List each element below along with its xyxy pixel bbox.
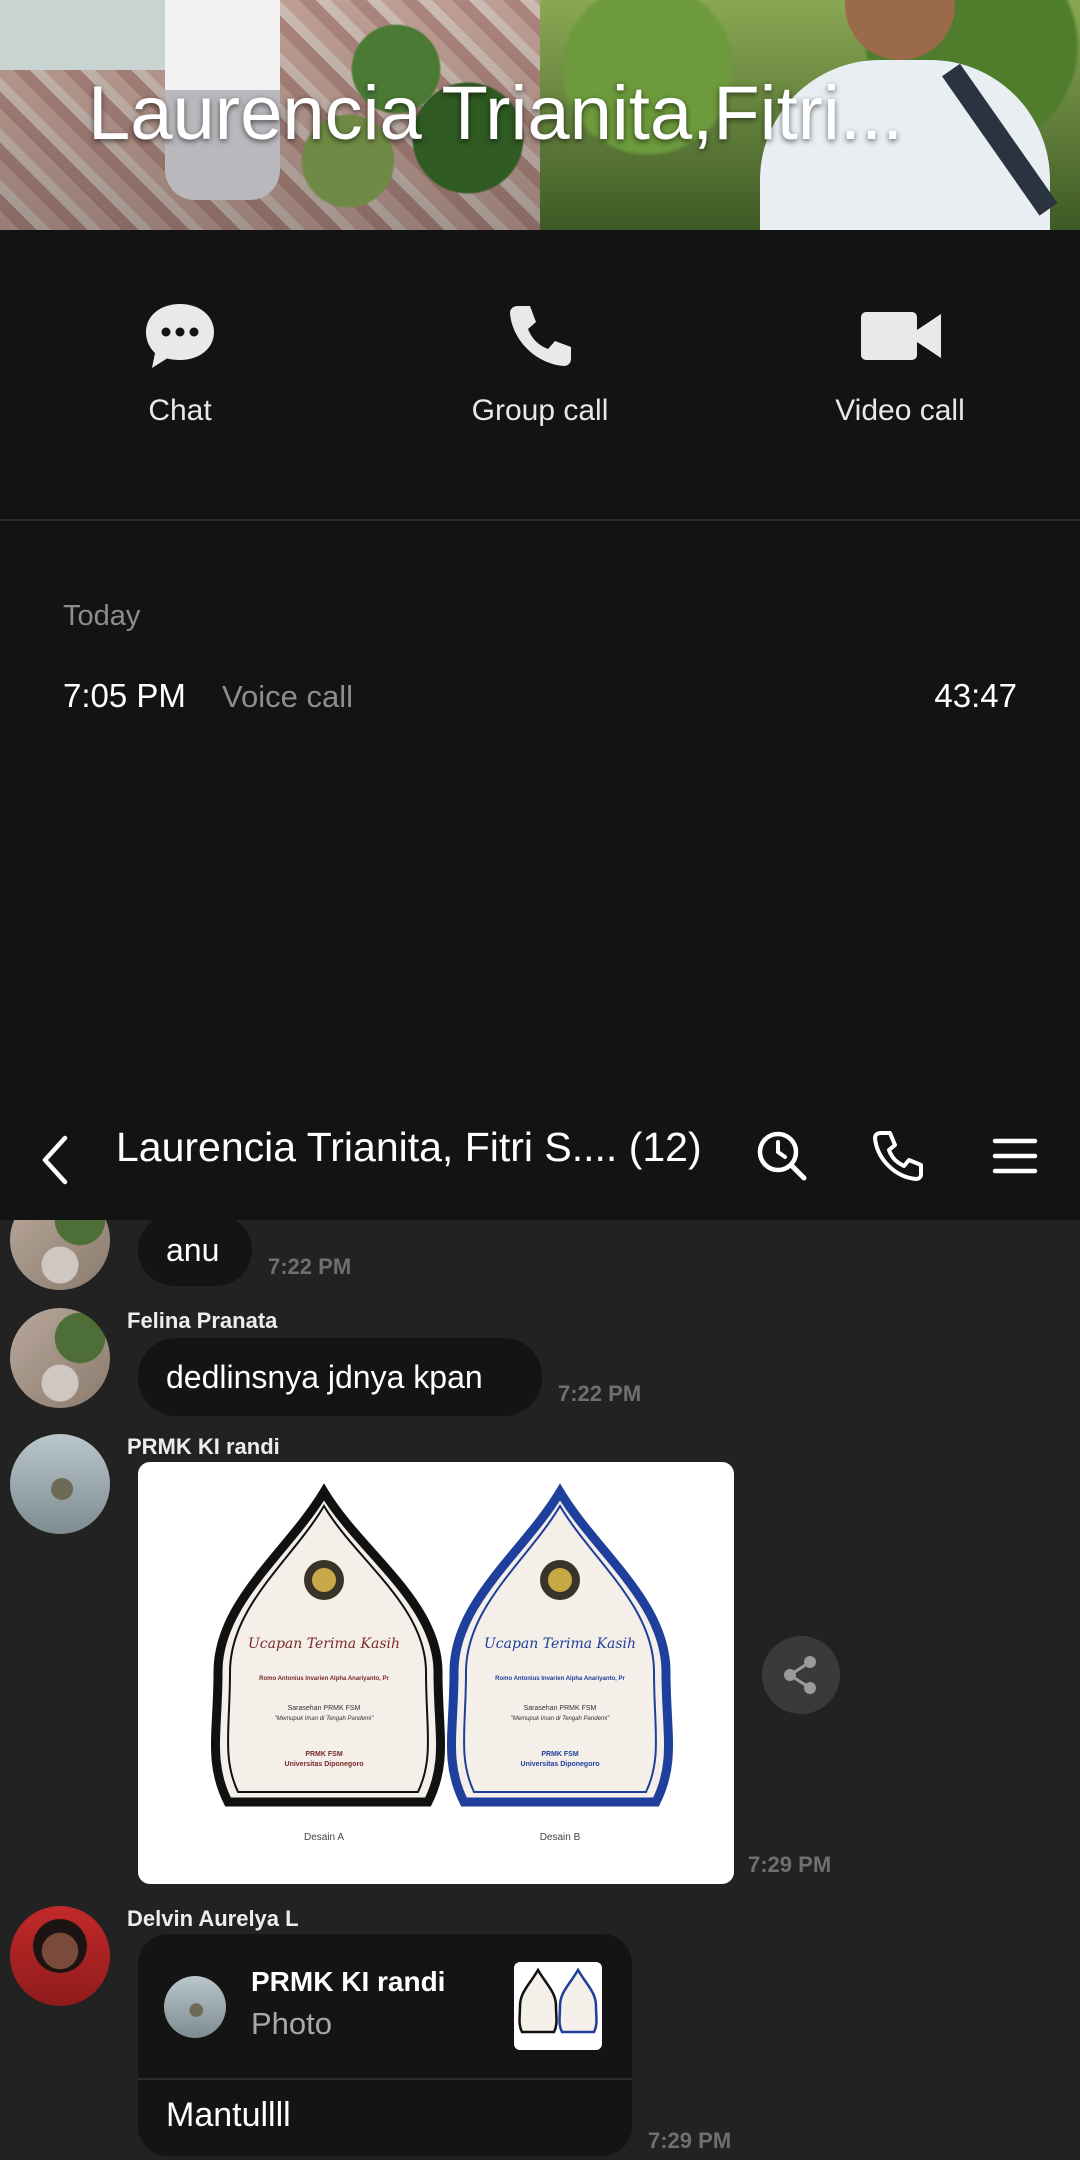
search-icon[interactable]	[752, 1126, 812, 1186]
card-university: Universitas Diponegoro	[285, 1761, 364, 1768]
card-org: PRMK FSM	[541, 1751, 579, 1758]
message-time: 7:22 PM	[268, 1254, 352, 1279]
quoted-message[interactable]: PRMK KI randi Photo	[138, 1934, 632, 2078]
avatar-felina-pranata[interactable]	[10, 1308, 110, 1408]
video-call-label: Video call	[835, 394, 965, 427]
reply-divider	[138, 2078, 632, 2080]
phone-icon[interactable]	[868, 1126, 928, 1186]
quoted-kind: Photo	[251, 2006, 333, 2041]
reply-message-bubble[interactable]: PRMK KI randi Photo Mantullll	[138, 1934, 632, 2156]
share-icon	[784, 1656, 816, 1694]
back-arrow-icon[interactable]	[35, 1120, 75, 1200]
group-call-button[interactable]: Group call	[390, 300, 690, 428]
call-time: 7:05 PM	[63, 677, 186, 714]
photo-message[interactable]: Ucapan Terima Kasih Romo Antonius Invari…	[138, 1462, 734, 1884]
share-button[interactable]	[762, 1636, 840, 1714]
card-event: Sarasehan PRMK FSM	[524, 1705, 597, 1712]
card-org: PRMK FSM	[305, 1751, 343, 1758]
sender-name: PRMK KI randi	[127, 1434, 280, 1459]
message-text: anu	[166, 1231, 220, 1268]
chat-toolbar: Laurencia Trianita, Fitri S.... (12)	[0, 1100, 1080, 1220]
phone-icon	[510, 306, 571, 366]
message-time: 7:22 PM	[558, 1381, 642, 1406]
certificate-designs-image: Ucapan Terima Kasih Romo Antonius Invari…	[211, 1483, 673, 1843]
message-time: 7:29 PM	[648, 2128, 732, 2153]
action-row: Chat Group call Video call	[0, 230, 1080, 520]
section-divider	[0, 519, 1080, 521]
message-time: 7:29 PM	[748, 1852, 832, 1877]
certificate-card-b: Ucapan Terima Kasih Romo Antonius Invari…	[447, 1483, 673, 1843]
avatar-prmk-ki-randi[interactable]	[10, 1434, 110, 1534]
sender-name: Felina Pranata	[127, 1308, 278, 1333]
video-camera-icon	[861, 312, 941, 360]
card-caption: Desain A	[304, 1832, 344, 1843]
message-bubble[interactable]: dedlinsnya jdnya kpan	[138, 1338, 542, 1416]
card-heading: Ucapan Terima Kasih	[248, 1636, 400, 1652]
card-recipient: Romo Antonius Invarien Alpha Anariyanto,…	[495, 1676, 625, 1682]
sender-name: Delvin Aurelya L	[127, 1906, 299, 1931]
chat-label: Chat	[148, 394, 212, 427]
video-call-button[interactable]: Video call	[750, 300, 1050, 428]
certificate-card-a: Ucapan Terima Kasih Romo Antonius Invari…	[211, 1483, 445, 1843]
call-log-day: Today	[63, 600, 141, 632]
message-text: Mantullll	[166, 2096, 291, 2134]
group-photo-banner: Laurencia Trianita,Fitri...	[0, 0, 1080, 230]
chat-title[interactable]: Laurencia Trianita, Fitri S.... (12)	[116, 1124, 702, 1171]
quoted-sender: PRMK KI randi	[251, 1966, 446, 1997]
message-text: dedlinsnya jdnya kpan	[166, 1358, 483, 1395]
group-title: Laurencia Trianita,Fitri...	[88, 71, 904, 156]
card-theme: "Memupuk Iman di Tengah Pandemi"	[511, 1716, 611, 1722]
avatar[interactable]	[10, 1220, 110, 1290]
group-call-label: Group call	[471, 394, 609, 427]
chat-bubble-icon	[146, 304, 214, 368]
card-recipient: Romo Antonius Invarien Alpha Anariyanto,…	[259, 1676, 389, 1682]
call-duration: 43:47	[934, 677, 1017, 714]
avatar-delvin-aurelya[interactable]	[10, 1906, 110, 2006]
message-bubble[interactable]: anu	[138, 1220, 252, 1286]
quoted-photo-thumbnail	[514, 1962, 602, 2050]
card-event: Sarasehan PRMK FSM	[288, 1705, 361, 1712]
call-type: Voice call	[222, 679, 353, 714]
card-heading: Ucapan Terima Kasih	[484, 1636, 636, 1652]
card-theme: "Memupuk Iman di Tengah Pandemi"	[275, 1716, 375, 1722]
quoted-avatar	[164, 1976, 226, 2038]
chat-message-list[interactable]: anu 7:22 PM Felina Pranata dedlinsnya jd…	[0, 1220, 1080, 2160]
card-university: Universitas Diponegoro	[521, 1761, 600, 1768]
card-caption: Desain B	[540, 1832, 581, 1843]
menu-icon[interactable]	[985, 1126, 1045, 1186]
chat-button[interactable]: Chat	[30, 300, 330, 428]
